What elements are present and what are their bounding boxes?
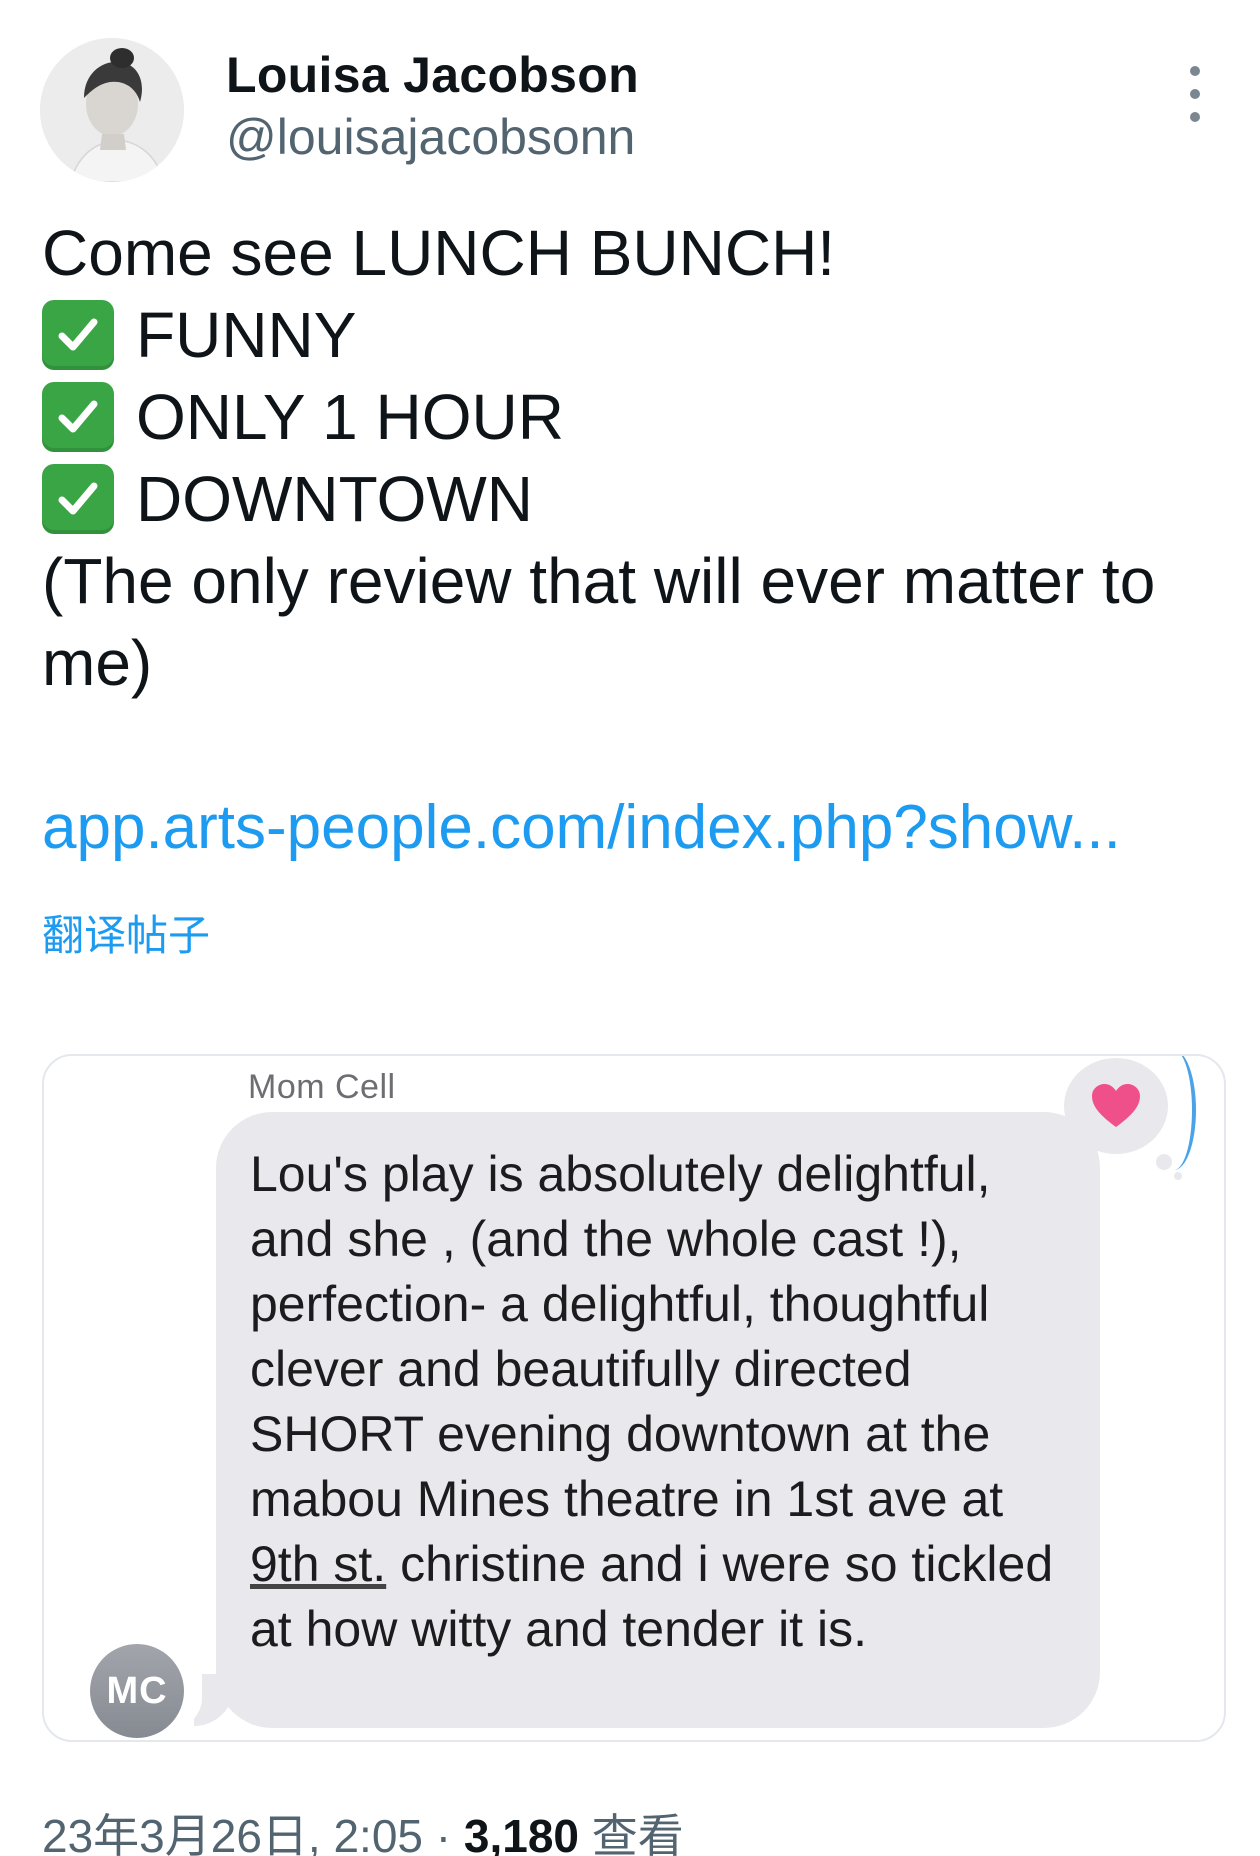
heart-icon <box>1092 1084 1140 1127</box>
author-handle[interactable]: @louisajacobsonn <box>226 108 635 166</box>
tweet-timestamp[interactable]: 23年3月26日, 2:05 <box>42 1810 423 1856</box>
message-text-part: Lou's play is absolutely delightful, and… <box>250 1146 1004 1527</box>
message-text: Lou's play is absolutely delightful, and… <box>250 1142 1066 1662</box>
tweet-line: Come see LUNCH BUNCH! <box>42 217 836 289</box>
meta-separator: · <box>423 1810 464 1856</box>
sender-avatar: MC <box>90 1644 184 1738</box>
tweet-meta: 23年3月26日, 2:05 · 3,180 查看 <box>42 1800 684 1856</box>
check-mark-icon <box>42 382 114 452</box>
tweet-line: (The only review that will ever matter t… <box>42 545 1156 699</box>
message-address-link: 9th st. <box>250 1536 387 1592</box>
tweet-line: ONLY 1 HOUR <box>42 376 1222 458</box>
heart-reaction <box>1056 1056 1196 1180</box>
author-display-name[interactable]: Louisa Jacobson <box>226 46 639 104</box>
author-avatar[interactable] <box>40 38 184 182</box>
translate-post-button[interactable]: 翻译帖子 <box>42 902 210 963</box>
tweet-line-text: DOWNTOWN <box>136 463 533 535</box>
views-label: 查看 <box>579 1810 684 1856</box>
tweet-link[interactable]: app.arts-people.com/index.php?show... <box>42 792 1121 863</box>
author-photo-icon <box>40 38 184 182</box>
message-bubble: Lou's play is absolutely delightful, and… <box>216 1112 1100 1728</box>
check-mark-icon <box>42 464 114 534</box>
check-mark-icon <box>42 300 114 370</box>
tweet-line-text: FUNNY <box>136 299 357 371</box>
tweet-view: Louisa Jacobson @louisajacobsonn Come se… <box>0 0 1260 1856</box>
tweet-text: Come see LUNCH BUNCH! FUNNY ONLY 1 HOUR … <box>42 212 1222 704</box>
tweet-line-text: ONLY 1 HOUR <box>136 381 564 453</box>
tweet-line: FUNNY <box>42 294 1222 376</box>
tweet-media-image[interactable]: Mom Cell Lou's play is absolutely deligh… <box>42 1054 1226 1742</box>
message-sender-label: Mom Cell <box>248 1068 396 1106</box>
tweet-line: DOWNTOWN <box>42 458 1222 540</box>
views-count: 3,180 <box>463 1810 580 1856</box>
more-options-icon[interactable] <box>1180 66 1210 122</box>
